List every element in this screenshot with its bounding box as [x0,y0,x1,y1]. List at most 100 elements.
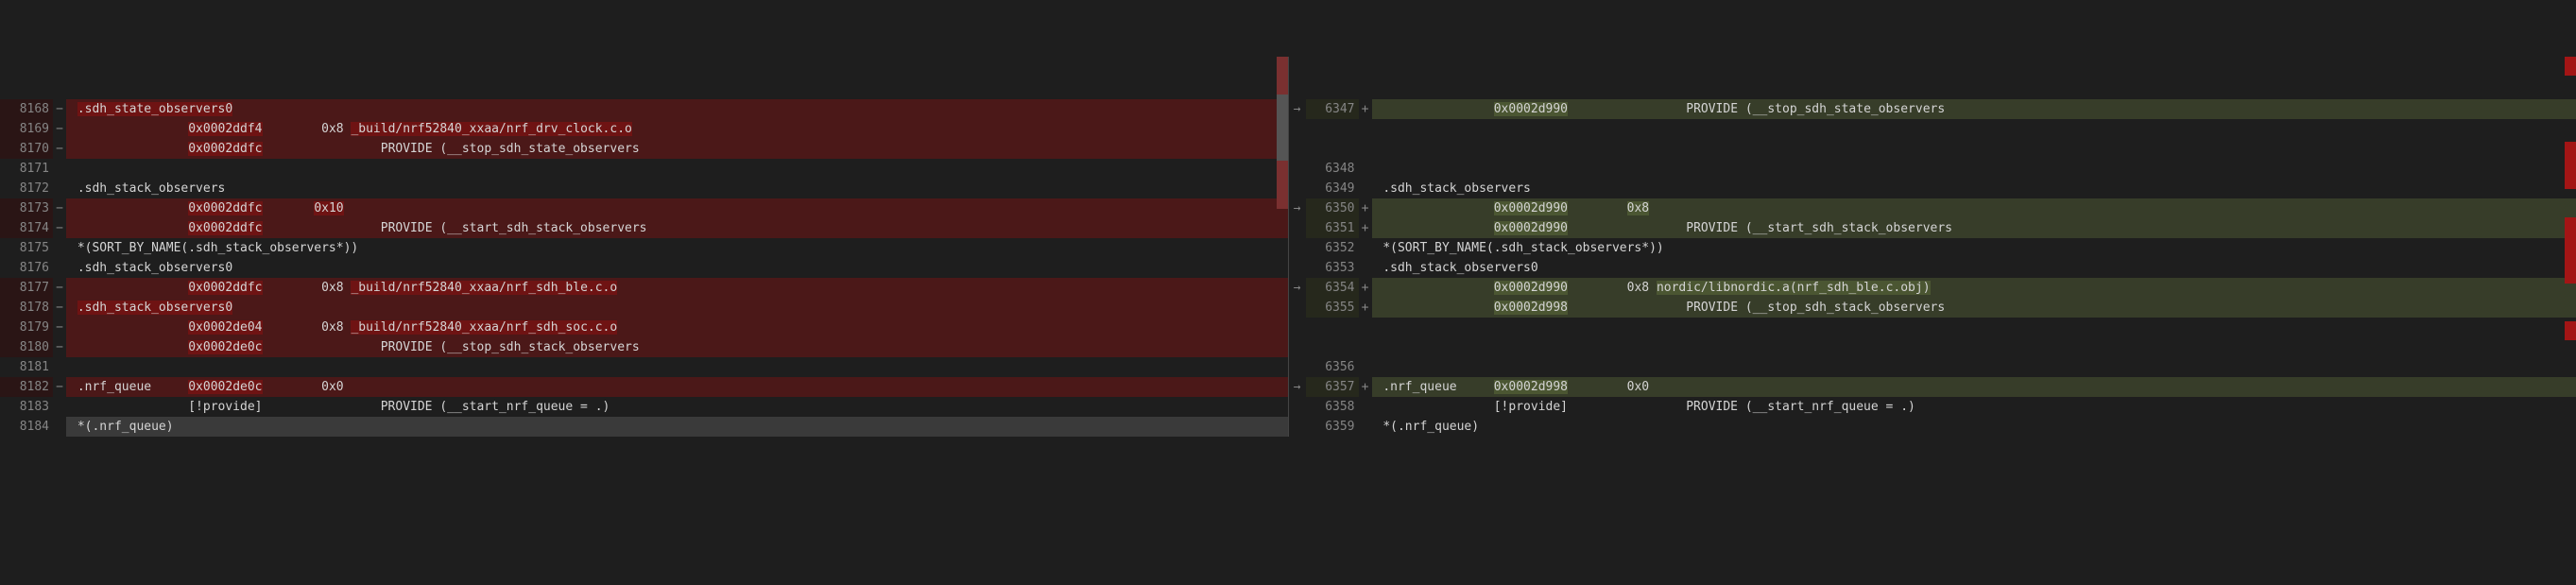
diff-line[interactable]: 8181 [0,357,1288,377]
line-number: 8182 [0,377,53,397]
line-number: 6348 [1306,159,1359,179]
diff-line[interactable]: →6357+ .nrf_queue 0x0002d998 0x0 [1289,377,2576,397]
diff-line[interactable]: 8177− 0x0002ddfc 0x8 _build/nrf52840_xxa… [0,278,1288,298]
diff-sign: − [53,99,66,119]
diff-inline-change: 0x0002d990 [1494,281,1568,295]
diff-sign: + [1359,298,1372,318]
line-number: 8175 [0,238,53,258]
diff-right-pane[interactable]: →6347+ 0x0002d990 PROVIDE (__stop_sdh_st… [1289,57,2576,437]
diff-line[interactable]: 8173− 0x0002ddfc 0x10 [0,198,1288,218]
code-content: .sdh_state_observers0 [66,99,1288,119]
diff-inline-change: 0x0002ddfc [188,201,262,215]
line-number: 6349 [1306,179,1359,198]
diff-sign: − [53,377,66,397]
diff-line[interactable]: 8182− .nrf_queue 0x0002de0c 0x0 [0,377,1288,397]
code-content: 0x0002ddfc 0x8 _build/nrf52840_xxaa/nrf_… [66,278,1288,298]
code-content: 0x0002de04 0x8 _build/nrf52840_xxaa/nrf_… [66,318,1288,337]
diff-line[interactable]: 6349 .sdh_stack_observers [1289,179,2576,198]
diff-line[interactable]: 6359 *(.nrf_queue) [1289,417,2576,437]
code-content: 0x0002d990 0x8 nordic/libnordic.a(nrf_sd… [1372,278,2576,298]
code-content: *(SORT_BY_NAME(.sdh_stack_observers*)) [66,238,1288,258]
code-content: .sdh_stack_observers [66,179,1288,198]
diff-line[interactable]: →6350+ 0x0002d990 0x8 [1289,198,2576,218]
line-number: 8170 [0,139,53,159]
overview-ruler-left[interactable] [1277,57,1288,437]
diff-left-pane[interactable]: 8168− .sdh_state_observers08169− 0x0002d… [0,57,1289,437]
code-content: 0x0002d990 0x8 [1372,198,2576,218]
diff-line[interactable]: 8175 *(SORT_BY_NAME(.sdh_stack_observers… [0,238,1288,258]
diff-line[interactable]: 8183 [!provide] PROVIDE (__start_nrf_que… [0,397,1288,417]
diff-inline-change: 0x0002d990 [1494,102,1568,116]
diff-line[interactable]: 8168− .sdh_state_observers0 [0,99,1288,119]
code-content: 0x0002de0c PROVIDE (__stop_sdh_stack_obs… [66,337,1288,357]
diff-line[interactable]: →6347+ 0x0002d990 PROVIDE (__stop_sdh_st… [1289,99,2576,119]
code-content: 0x0002d990 PROVIDE (__start_sdh_stack_ob… [1372,218,2576,238]
diff-inline-change: 0x0002de0c [188,380,262,394]
diff-sign: − [53,318,66,337]
code-content: *(.nrf_queue) [1372,417,2576,437]
line-number: 8183 [0,397,53,417]
diff-line[interactable]: 6355+ 0x0002d998 PROVIDE (__stop_sdh_sta… [1289,298,2576,318]
line-number: 8184 [0,417,53,437]
diff-line[interactable] [1289,139,2576,159]
overview-ruler-right[interactable] [2565,57,2576,437]
diff-line[interactable] [1289,337,2576,357]
code-content: *(.nrf_queue) [66,417,1288,437]
diff-inline-change: 0x8 [1627,201,1649,215]
diff-inline-change: 0x0002ddf4 [188,122,262,136]
diff-line[interactable] [1289,318,2576,337]
line-number: 8174 [0,218,53,238]
diff-line[interactable]: 8180− 0x0002de0c PROVIDE (__stop_sdh_sta… [0,337,1288,357]
diff-arrow-icon: → [1289,99,1306,119]
diff-line[interactable] [1289,119,2576,139]
diff-inline-change: .sdh_stack_observers0 [77,301,232,315]
line-number: 6353 [1306,258,1359,278]
diff-line[interactable]: 8178− .sdh_stack_observers0 [0,298,1288,318]
diff-sign: − [53,119,66,139]
code-content: 0x0002d990 PROVIDE (__stop_sdh_state_obs… [1372,99,2576,119]
code-content: 0x0002ddfc PROVIDE (__stop_sdh_state_obs… [66,139,1288,159]
line-number: 8177 [0,278,53,298]
diff-inline-change: nordic/libnordic.a(nrf_sdh_ble.c.obj) [1657,281,1931,295]
line-number: 6354 [1306,278,1359,298]
diff-line[interactable]: 6348 [1289,159,2576,179]
diff-sign: + [1359,99,1372,119]
diff-inline-change: 0x0002d990 [1494,221,1568,235]
diff-line[interactable]: 6356 [1289,357,2576,377]
code-content: [!provide] PROVIDE (__start_nrf_queue = … [1372,397,2576,417]
diff-inline-change: 0x0002d998 [1494,301,1568,315]
diff-sign: + [1359,278,1372,298]
diff-inline-change: .sdh_state_observers0 [77,102,232,116]
line-number: 8176 [0,258,53,278]
line-number: 8178 [0,298,53,318]
diff-line[interactable]: 8174− 0x0002ddfc PROVIDE (__start_sdh_st… [0,218,1288,238]
diff-line[interactable]: 8169− 0x0002ddf4 0x8 _build/nrf52840_xxa… [0,119,1288,139]
line-number: 6352 [1306,238,1359,258]
code-content: 0x0002ddf4 0x8 _build/nrf52840_xxaa/nrf_… [66,119,1288,139]
diff-sign: − [53,337,66,357]
diff-line[interactable]: 6358 [!provide] PROVIDE (__start_nrf_que… [1289,397,2576,417]
diff-inline-change: 0x0002d990 [1494,201,1568,215]
diff-inline-change: _build/nrf52840_xxaa/nrf_sdh_ble.c.o [351,281,617,295]
diff-line[interactable]: 6353 .sdh_stack_observers0 [1289,258,2576,278]
line-number: 6351 [1306,218,1359,238]
diff-inline-change: 0x0002de0c [188,340,262,354]
diff-line[interactable]: 8172 .sdh_stack_observers [0,179,1288,198]
code-content: .sdh_stack_observers0 [66,258,1288,278]
diff-line[interactable]: 8171 [0,159,1288,179]
line-number: 6356 [1306,357,1359,377]
diff-sign: − [53,298,66,318]
diff-line[interactable]: 8179− 0x0002de04 0x8 _build/nrf52840_xxa… [0,318,1288,337]
line-number: 8168 [0,99,53,119]
diff-line[interactable]: 6351+ 0x0002d990 PROVIDE (__start_sdh_st… [1289,218,2576,238]
diff-view: 8168− .sdh_state_observers08169− 0x0002d… [0,57,2576,437]
diff-arrow-icon: → [1289,377,1306,397]
diff-line[interactable]: 8170− 0x0002ddfc PROVIDE (__stop_sdh_sta… [0,139,1288,159]
line-number: 8172 [0,179,53,198]
line-number: 8173 [0,198,53,218]
line-number: 6357 [1306,377,1359,397]
diff-line[interactable]: 8176 .sdh_stack_observers0 [0,258,1288,278]
diff-line[interactable]: 6352 *(SORT_BY_NAME(.sdh_stack_observers… [1289,238,2576,258]
diff-line[interactable]: →6354+ 0x0002d990 0x8 nordic/libnordic.a… [1289,278,2576,298]
diff-line[interactable]: 8184 *(.nrf_queue) [0,417,1288,437]
